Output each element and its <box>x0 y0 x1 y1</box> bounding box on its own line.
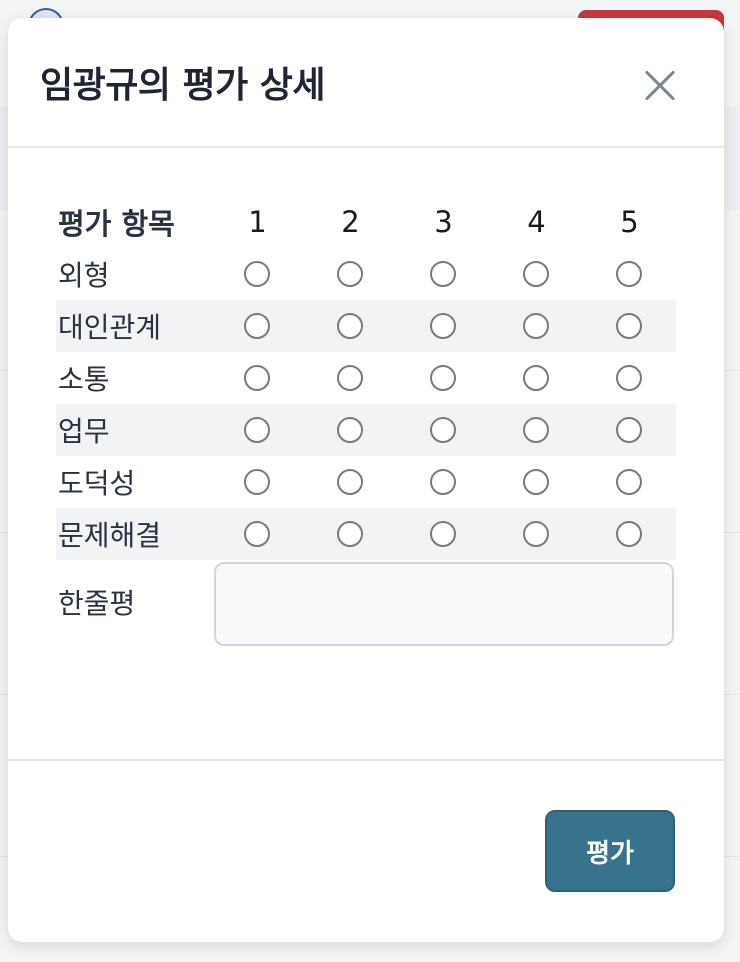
score-cell <box>582 404 676 456</box>
score-radio-3[interactable] <box>430 521 457 547</box>
modal-header: 임광규의 평가 상세 <box>8 18 724 148</box>
table-row: 도덕성 <box>56 456 676 508</box>
score-cell <box>304 248 397 300</box>
score-cell <box>489 508 583 560</box>
score-cell <box>490 352 583 404</box>
score-cell <box>303 300 397 352</box>
score-radio-3[interactable] <box>430 365 457 391</box>
score-radio-5[interactable] <box>616 261 643 287</box>
score-cell <box>304 456 397 508</box>
score-cell <box>489 404 583 456</box>
row-label: 소통 <box>58 363 110 396</box>
score-cell <box>490 456 583 508</box>
score-radio-2[interactable] <box>337 313 364 339</box>
score-cell <box>303 404 397 456</box>
score-radio-3[interactable] <box>430 417 457 443</box>
score-cell <box>489 300 583 352</box>
header-item: 평가 항목 <box>58 207 175 241</box>
score-radio-1[interactable] <box>244 365 271 391</box>
score-radio-1[interactable] <box>244 261 271 287</box>
header-score-4: 4 <box>527 205 546 239</box>
header-score-3: 3 <box>434 205 453 239</box>
score-radio-5[interactable] <box>616 417 643 443</box>
submit-evaluation-button[interactable]: 평가 <box>545 810 675 892</box>
score-cell <box>397 352 490 404</box>
score-cell <box>583 248 676 300</box>
comment-label: 한줄평 <box>58 587 136 620</box>
score-radio-5[interactable] <box>616 313 643 339</box>
score-cell <box>210 508 304 560</box>
score-radio-2[interactable] <box>337 469 364 495</box>
evaluation-modal: 임광규의 평가 상세 평가 항목 1 2 3 4 5 외형대인관계소통업무도덕성… <box>8 18 724 942</box>
score-radio-4[interactable] <box>523 313 550 339</box>
row-label: 도덕성 <box>58 467 136 500</box>
score-cell <box>583 456 676 508</box>
score-radio-2[interactable] <box>337 261 364 287</box>
score-radio-5[interactable] <box>616 469 643 495</box>
table-row: 대인관계 <box>56 300 676 352</box>
score-cell <box>396 300 490 352</box>
table-row: 업무 <box>56 404 676 456</box>
comment-input[interactable] <box>214 562 674 646</box>
score-cell <box>397 248 490 300</box>
score-radio-2[interactable] <box>337 417 364 443</box>
row-label: 문제해결 <box>56 508 211 560</box>
score-radio-3[interactable] <box>430 469 457 495</box>
score-cell <box>583 352 676 404</box>
header-score-2: 2 <box>341 205 360 239</box>
score-radio-4[interactable] <box>523 365 550 391</box>
header-score-5: 5 <box>620 205 639 239</box>
score-radio-2[interactable] <box>337 521 364 547</box>
score-radio-3[interactable] <box>430 313 457 339</box>
score-cell <box>211 248 304 300</box>
footer-divider <box>8 759 724 761</box>
evaluation-table: 평가 항목 1 2 3 4 5 외형대인관계소통업무도덕성문제해결 <box>56 196 676 560</box>
score-cell <box>397 456 490 508</box>
comment-row: 한줄평 <box>56 562 676 646</box>
close-icon[interactable] <box>636 62 684 110</box>
score-radio-1[interactable] <box>244 521 271 547</box>
score-cell <box>304 352 397 404</box>
score-radio-5[interactable] <box>616 521 643 547</box>
score-radio-4[interactable] <box>523 261 550 287</box>
score-cell <box>582 300 676 352</box>
score-radio-1[interactable] <box>244 417 271 443</box>
score-radio-2[interactable] <box>337 365 364 391</box>
row-label: 대인관계 <box>56 300 211 352</box>
score-cell <box>396 508 490 560</box>
table-header-row: 평가 항목 1 2 3 4 5 <box>56 196 676 248</box>
score-radio-1[interactable] <box>244 313 271 339</box>
score-cell <box>211 352 304 404</box>
row-label: 업무 <box>56 404 211 456</box>
table-row: 문제해결 <box>56 508 676 560</box>
table-row: 외형 <box>56 248 676 300</box>
score-cell <box>210 300 304 352</box>
table-row: 소통 <box>56 352 676 404</box>
header-score-1: 1 <box>248 205 267 239</box>
row-label: 외형 <box>58 259 110 292</box>
score-cell <box>210 404 304 456</box>
score-radio-3[interactable] <box>430 261 457 287</box>
score-cell <box>396 404 490 456</box>
score-cell <box>303 508 397 560</box>
score-radio-4[interactable] <box>523 521 550 547</box>
score-radio-1[interactable] <box>244 469 271 495</box>
score-cell <box>490 248 583 300</box>
score-cell <box>582 508 676 560</box>
modal-title: 임광규의 평가 상세 <box>40 65 326 106</box>
score-cell <box>211 456 304 508</box>
score-radio-5[interactable] <box>616 365 643 391</box>
score-radio-4[interactable] <box>523 469 550 495</box>
score-radio-4[interactable] <box>523 417 550 443</box>
